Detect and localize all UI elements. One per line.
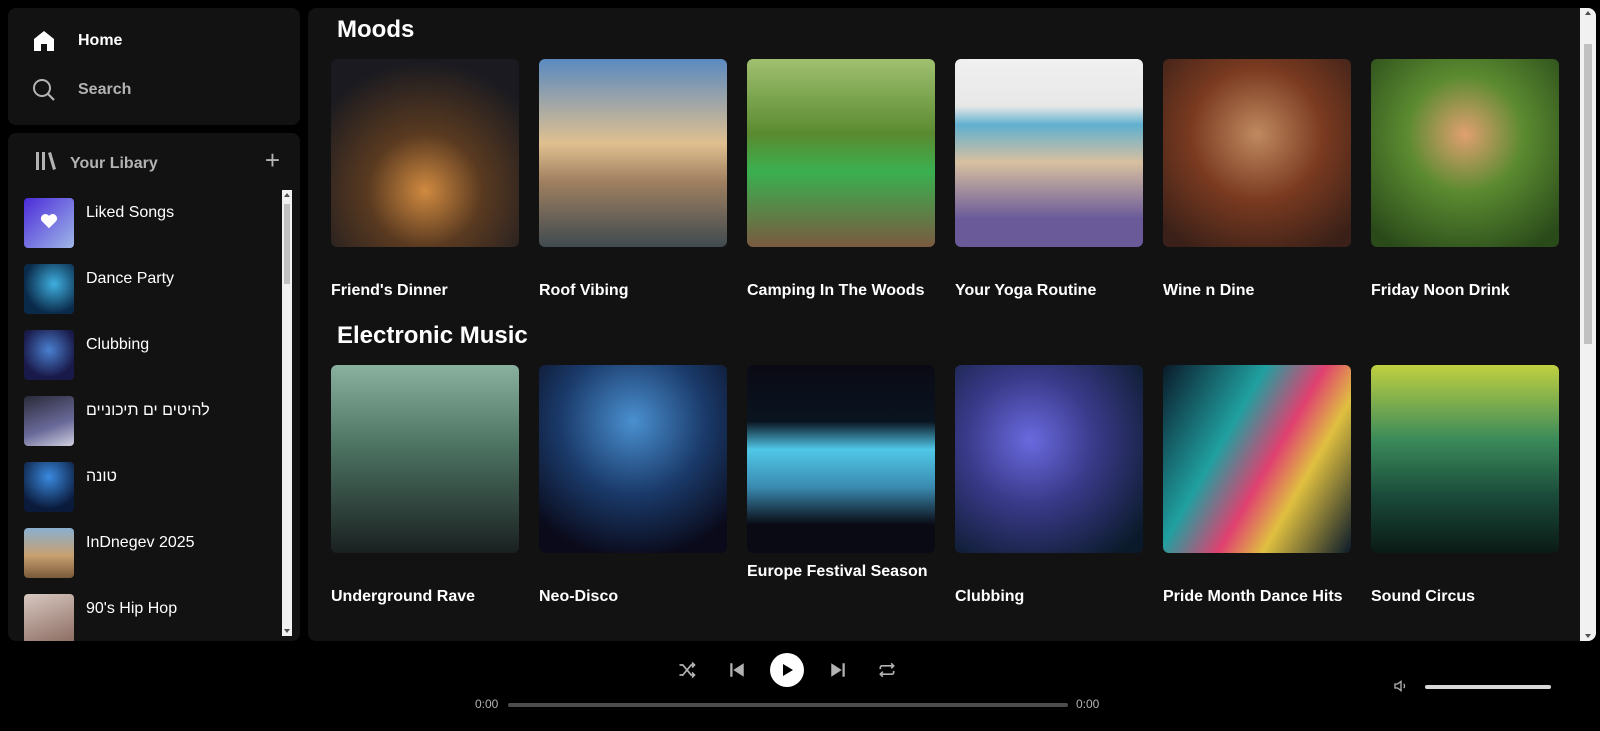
library-item[interactable]: InDnegev 2025: [24, 525, 284, 591]
playlist-card[interactable]: Your Yoga Routine: [955, 59, 1143, 299]
scroll-down-icon[interactable]: [284, 629, 290, 633]
previous-icon[interactable]: [726, 659, 748, 681]
player-bar: 0:00 0:00: [0, 641, 1600, 731]
card-title: Friday Noon Drink: [1371, 282, 1510, 299]
playlist-card[interactable]: Sound Circus: [1371, 365, 1559, 605]
playlist-cover: [24, 330, 74, 380]
sidebar-nav: Home Search: [8, 8, 300, 125]
section-title-electronic-music: Electronic Music: [337, 322, 528, 349]
card-image: [1163, 365, 1351, 553]
playlist-cover: [24, 396, 74, 446]
playlist-card[interactable]: Camping In The Woods: [747, 59, 935, 299]
playlist-card[interactable]: Friend's Dinner: [331, 59, 519, 299]
library-item-label: Dance Party: [86, 270, 175, 287]
next-icon[interactable]: [827, 659, 849, 681]
library-item-label: 90's Hip Hop: [86, 600, 178, 617]
library-list: Liked Songs Dance Party Clubbing להיטים …: [24, 195, 284, 641]
library-icon: [34, 149, 58, 178]
library-item[interactable]: טונה: [24, 459, 284, 525]
card-image: [539, 59, 727, 247]
card-image: [331, 365, 519, 553]
card-image: [955, 59, 1143, 247]
playlist-card[interactable]: Europe Festival Season: [747, 365, 935, 580]
playlist-card[interactable]: Clubbing: [955, 365, 1143, 605]
card-title: Camping In The Woods: [747, 282, 925, 299]
card-title: Wine n Dine: [1163, 282, 1255, 299]
library-item-label: טונה: [86, 468, 117, 485]
library-item[interactable]: Clubbing: [24, 327, 284, 393]
main-scrollbar[interactable]: [1580, 8, 1596, 641]
home-icon: [32, 29, 56, 53]
main-content: Moods Friend's Dinner Roof Vibing Campin…: [308, 8, 1596, 641]
time-total: 0:00: [1076, 697, 1100, 711]
card-title: Roof Vibing: [539, 282, 629, 299]
card-title: Clubbing: [955, 588, 1025, 605]
library-header[interactable]: Your Libary: [34, 149, 158, 178]
playlist-card[interactable]: Wine n Dine: [1163, 59, 1351, 299]
time-current: 0:00: [475, 697, 499, 711]
card-image: [1371, 365, 1559, 553]
card-title: Your Yoga Routine: [955, 282, 1097, 299]
shuffle-icon[interactable]: [676, 659, 698, 681]
library-item[interactable]: Dance Party: [24, 261, 284, 327]
scrollbar-thumb[interactable]: [1584, 44, 1592, 344]
card-title: Underground Rave: [331, 588, 476, 605]
playlist-card[interactable]: Neo-Disco: [539, 365, 727, 605]
playlist-cover: [24, 462, 74, 512]
card-image: [747, 59, 935, 247]
scroll-down-icon[interactable]: [1585, 634, 1591, 638]
scroll-up-icon[interactable]: [284, 193, 290, 197]
liked-songs-cover: [24, 198, 74, 248]
playlist-cover: [24, 594, 74, 641]
nav-home-label: Home: [78, 32, 123, 49]
search-icon: [32, 78, 56, 102]
playlist-card[interactable]: Friday Noon Drink: [1371, 59, 1559, 299]
card-image: [1371, 59, 1559, 247]
library-item-label: InDnegev 2025: [86, 534, 195, 551]
library-scrollbar[interactable]: [282, 190, 292, 636]
library-item-label: Clubbing: [86, 336, 150, 353]
play-icon[interactable]: [770, 653, 804, 687]
card-image: [1163, 59, 1351, 247]
library-title: Your Libary: [70, 154, 158, 172]
plus-icon[interactable]: +: [265, 147, 280, 173]
card-title: Sound Circus: [1371, 588, 1476, 605]
repeat-icon[interactable]: [876, 659, 898, 681]
volume-slider[interactable]: [1425, 685, 1551, 689]
card-title: Neo-Disco: [539, 588, 619, 605]
playlist-cover: [24, 264, 74, 314]
library-panel: Your Libary + Liked Songs Dance Party Cl…: [8, 133, 300, 641]
card-title: Pride Month Dance Hits: [1163, 588, 1343, 605]
playlist-card[interactable]: Roof Vibing: [539, 59, 727, 299]
section-title-moods: Moods: [337, 16, 415, 43]
library-item-label: Liked Songs: [86, 204, 175, 221]
nav-home[interactable]: Home: [32, 29, 122, 53]
scroll-up-icon[interactable]: [1585, 11, 1591, 15]
volume-icon[interactable]: [1392, 677, 1410, 695]
card-image: [747, 365, 935, 553]
library-item-label: להיטים ים תיכוניים: [86, 402, 210, 419]
card-image: [955, 365, 1143, 553]
playlist-card[interactable]: Underground Rave: [331, 365, 519, 605]
card-image: [539, 365, 727, 553]
library-item-liked-songs[interactable]: Liked Songs: [24, 195, 284, 261]
nav-search-label: Search: [78, 81, 132, 98]
progress-bar[interactable]: [508, 703, 1068, 707]
card-image: [331, 59, 519, 247]
playlist-card[interactable]: Pride Month Dance Hits: [1163, 365, 1351, 605]
playlist-cover: [24, 528, 74, 578]
scrollbar-thumb[interactable]: [284, 204, 290, 284]
library-item[interactable]: 90's Hip Hop: [24, 591, 284, 641]
card-title: Friend's Dinner: [331, 282, 448, 299]
card-title: Europe Festival Season: [747, 563, 928, 580]
nav-search[interactable]: Search: [32, 78, 131, 102]
library-item[interactable]: להיטים ים תיכוניים: [24, 393, 284, 459]
heart-icon: [40, 213, 58, 234]
